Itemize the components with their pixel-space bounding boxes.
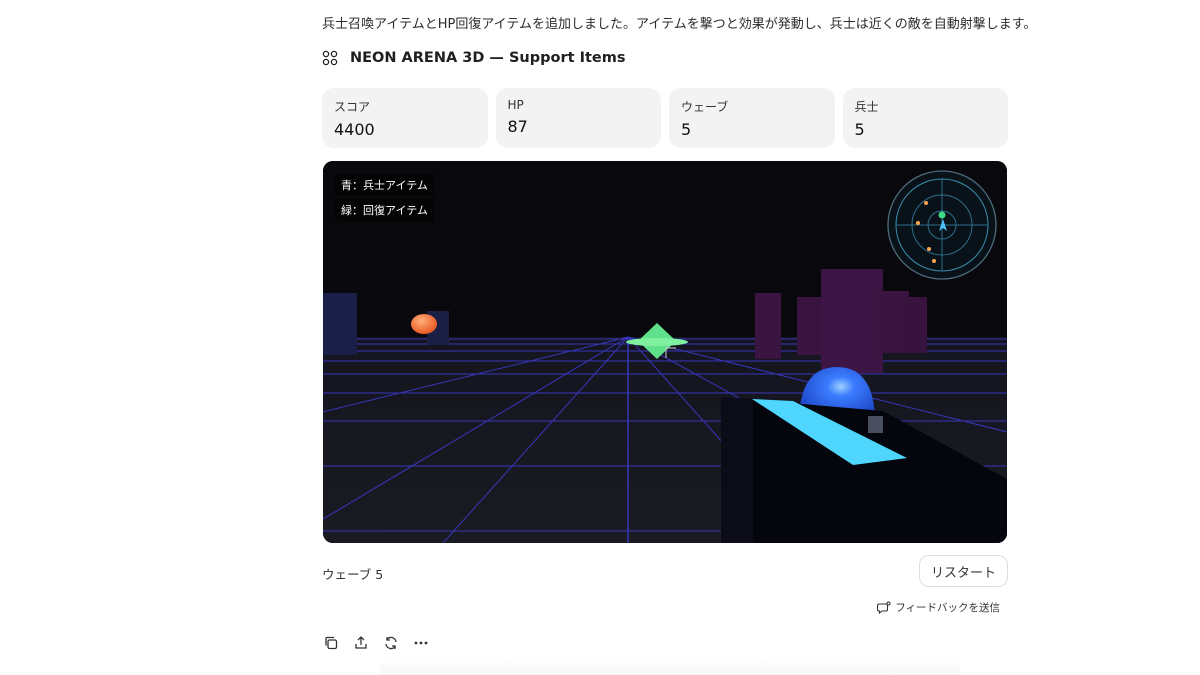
feedback-label: フィードバックを送信 — [895, 602, 1000, 614]
stat-label: 兵士 — [854, 100, 879, 114]
message-description: 兵士召喚アイテムとHP回復アイテムを追加しました。アイテムを撃つと効果が発動し、… — [322, 17, 1037, 32]
stat-hp: HP 87 — [495, 88, 661, 148]
radar-ally-dot — [938, 211, 946, 219]
copy-icon — [325, 636, 338, 650]
artifact-title: NEON ARENA 3D — Support Items — [350, 50, 626, 66]
stat-label: ウェーブ — [681, 100, 729, 114]
radar-enemy-dot — [924, 201, 928, 205]
stat-value: 5 — [681, 120, 692, 139]
stat-value: 5 — [854, 120, 865, 139]
wave-status: ウェーブ 5 — [322, 567, 384, 582]
feedback-link[interactable]: フィードバックを送信 — [877, 600, 1000, 615]
more-icon — [414, 641, 428, 645]
retry-icon — [385, 636, 397, 650]
game-canvas[interactable]: 青：兵士アイテム 緑：回復アイテム — [323, 161, 1007, 543]
stat-score: スコア 4400 — [322, 88, 488, 148]
retry-button[interactable] — [382, 634, 400, 652]
artifact-header[interactable]: NEON ARENA 3D — Support Items — [322, 50, 626, 66]
message-actions — [322, 634, 430, 652]
feedback-icon — [877, 601, 891, 614]
radar-enemy-dot — [916, 221, 920, 225]
share-icon — [355, 636, 367, 649]
composer-fade — [380, 660, 960, 675]
legend-soldier-item: 青：兵士アイテム — [335, 174, 434, 196]
game-footer: ウェーブ 5 リスタート — [322, 555, 1008, 589]
stats-bar: スコア 4400 HP 87 ウェーブ 5 兵士 5 — [322, 88, 1008, 148]
radar-enemy-dot — [927, 247, 931, 251]
share-button[interactable] — [352, 634, 370, 652]
enemy-orange[interactable] — [411, 314, 437, 334]
stat-soldiers: 兵士 5 — [842, 88, 1008, 148]
stat-label: スコア — [334, 100, 371, 114]
radar-minimap — [887, 170, 997, 280]
copy-button[interactable] — [322, 634, 340, 652]
restart-button[interactable]: リスタート — [918, 555, 1008, 587]
stat-value: 87 — [507, 117, 528, 136]
stat-value: 4400 — [334, 120, 375, 139]
legend-heal-item: 緑：回復アイテム — [335, 199, 434, 221]
stat-label: HP — [507, 98, 524, 112]
more-button[interactable] — [412, 634, 430, 652]
radar-enemy-dot — [932, 259, 936, 263]
stat-wave: ウェーブ 5 — [669, 88, 835, 148]
artifact-grid-icon — [322, 50, 338, 66]
